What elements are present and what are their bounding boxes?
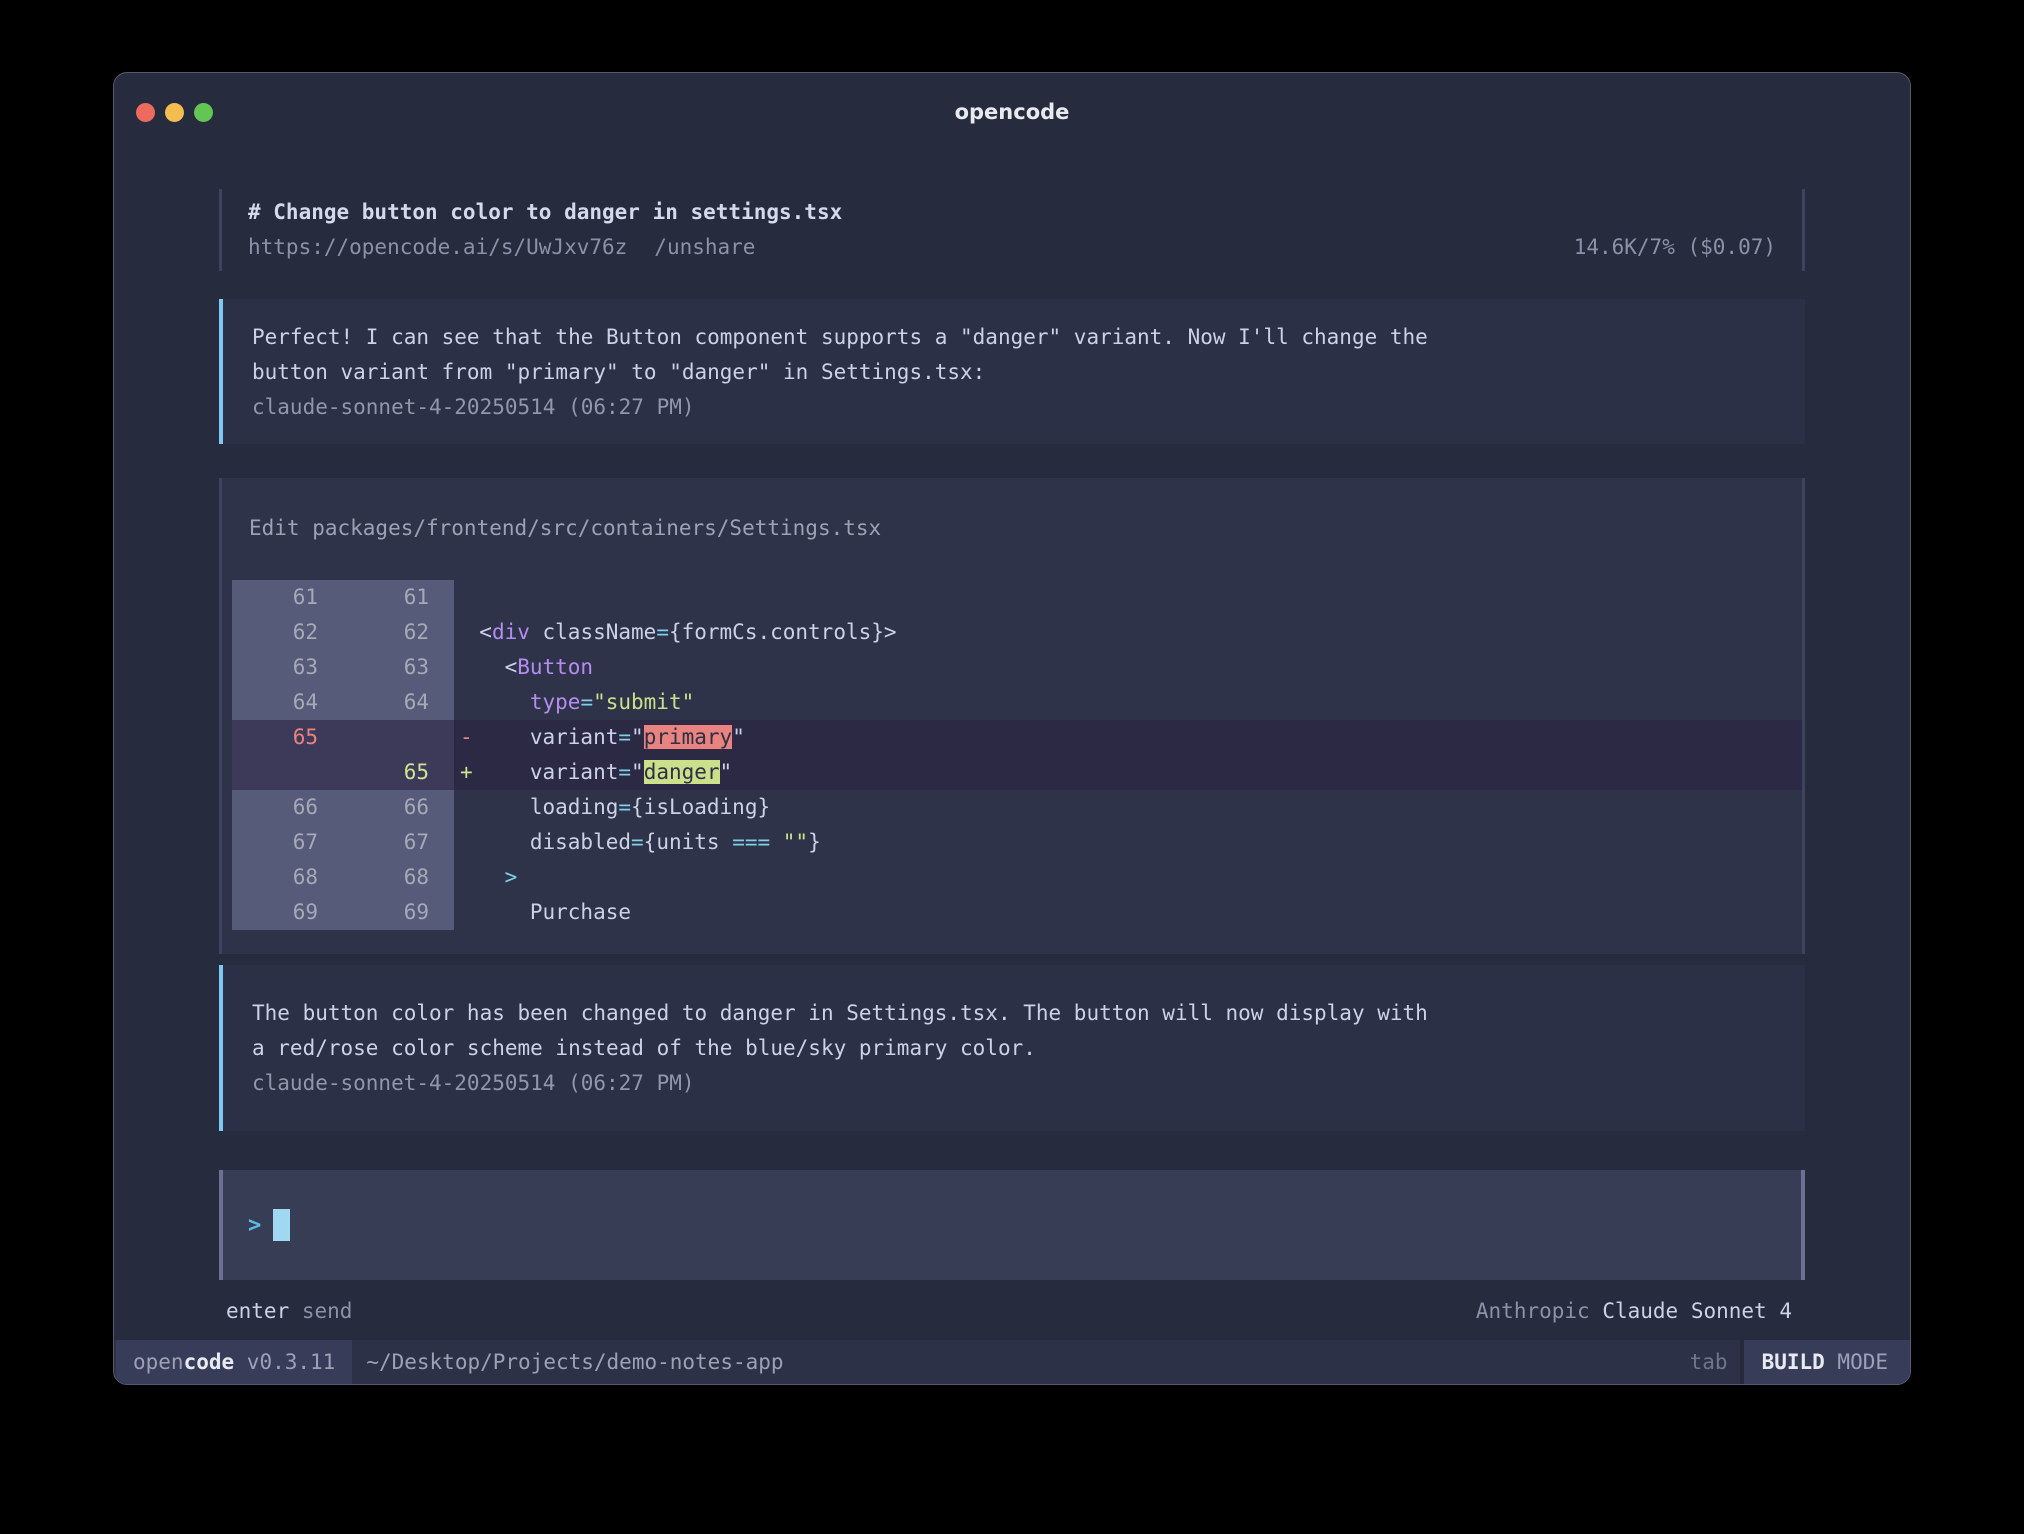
- message-line: button variant from "primary" to "danger…: [252, 355, 1775, 390]
- chat-input[interactable]: >: [219, 1170, 1805, 1280]
- app-version-chip: opencode v0.3.11: [116, 1340, 352, 1384]
- title-bar: opencode: [114, 73, 1910, 151]
- message-line: The button color has been changed to dan…: [252, 996, 1775, 1031]
- diff-row: 6969 Purchase: [232, 895, 1802, 930]
- diff-row: 6868 >: [232, 860, 1802, 895]
- share-url[interactable]: https://opencode.ai/s/UwJxv76z: [248, 235, 627, 259]
- session-title: # Change button color to danger in setti…: [248, 195, 1776, 230]
- working-directory: ~/Desktop/Projects/demo-notes-app: [366, 1340, 783, 1384]
- send-hint-label: send: [302, 1299, 353, 1323]
- assistant-message: Perfect! I can see that the Button compo…: [219, 299, 1805, 444]
- edit-tool-title: Edit packages/frontend/src/containers/Se…: [222, 478, 1802, 580]
- diff-row: 65- variant="primary": [232, 720, 1802, 755]
- model-name: Claude Sonnet 4: [1602, 1299, 1792, 1323]
- unshare-command[interactable]: /unshare: [654, 235, 755, 259]
- app-name-open: open: [133, 1350, 184, 1374]
- token-usage: 14.6K/7% ($0.07): [1574, 230, 1776, 265]
- mode-chip[interactable]: BUILD MODE: [1740, 1340, 1910, 1384]
- diff-row: 65+ variant="danger": [232, 755, 1802, 790]
- diff-row: 6666 loading={isLoading}: [232, 790, 1802, 825]
- window-title: opencode: [114, 100, 1910, 124]
- app-version: v0.3.11: [234, 1350, 335, 1374]
- message-meta: claude-sonnet-4-20250514 (06:27 PM): [252, 1066, 1775, 1101]
- text-cursor: [273, 1209, 290, 1241]
- diff-row: 6363 <Button: [232, 650, 1802, 685]
- diff-row: 6161: [232, 580, 1802, 615]
- app-window: opencode # Change button color to danger…: [113, 72, 1911, 1385]
- diff-row: 6767 disabled={units === ""}: [232, 825, 1802, 860]
- diff-row: 6262 <div className={formCs.controls}>: [232, 615, 1802, 650]
- status-bar: opencode v0.3.11 ~/Desktop/Projects/demo…: [114, 1340, 1910, 1384]
- enter-key-hint: enter: [226, 1299, 289, 1323]
- message-meta: claude-sonnet-4-20250514 (06:27 PM): [252, 390, 1775, 425]
- diff-lines: 61616262 <div className={formCs.controls…: [222, 580, 1802, 930]
- mode-label: MODE: [1825, 1350, 1888, 1374]
- app-name-code: code: [184, 1350, 235, 1374]
- model-provider: Anthropic: [1476, 1299, 1590, 1323]
- assistant-message: The button color has been changed to dan…: [219, 965, 1805, 1131]
- message-line: a red/rose color scheme instead of the b…: [252, 1031, 1775, 1066]
- session-header: # Change button color to danger in setti…: [219, 189, 1805, 271]
- hints-row: enter send Anthropic Claude Sonnet 4: [219, 1294, 1805, 1329]
- message-line: Perfect! I can see that the Button compo…: [252, 320, 1775, 355]
- edit-tool-block: Edit packages/frontend/src/containers/Se…: [219, 478, 1805, 954]
- mode-name: BUILD: [1762, 1350, 1825, 1374]
- prompt-symbol: >: [248, 1213, 261, 1238]
- diff-row: 6464 type="submit": [232, 685, 1802, 720]
- tab-key-hint[interactable]: tab: [1690, 1340, 1728, 1384]
